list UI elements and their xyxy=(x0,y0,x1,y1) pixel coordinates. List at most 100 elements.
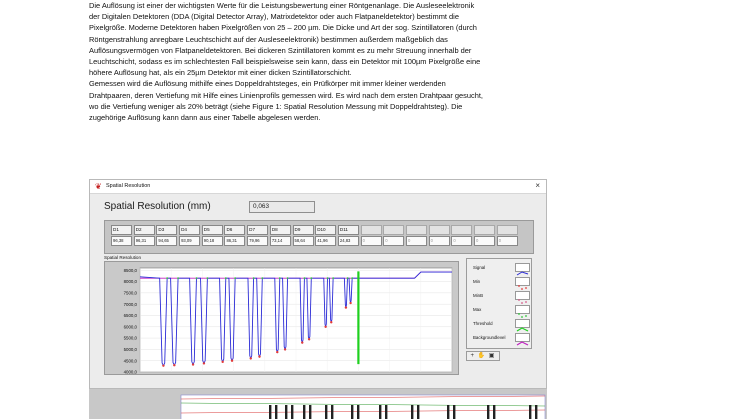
detector-1: D1 96,38 xyxy=(111,225,132,248)
wire-bar xyxy=(487,405,490,419)
legend-label: Backgroundlevel xyxy=(473,335,506,340)
doc-line: der Digitalen Detektoren (DDA (Digital D… xyxy=(89,12,459,22)
detector-value: 94,65 xyxy=(156,236,178,246)
min-point xyxy=(307,338,311,341)
graph-palette-icon[interactable]: + ✋ ▣ xyxy=(466,351,500,361)
min-point xyxy=(249,357,252,360)
y-tick-label: 8500,0 xyxy=(124,268,138,273)
y-tick-label: 7500,0 xyxy=(124,290,138,295)
detector-label: D9 xyxy=(292,225,314,235)
detector-value: 41,96 xyxy=(315,236,337,246)
detector-label: D1 xyxy=(111,225,132,235)
legend-item[interactable]: Min xyxy=(471,277,531,290)
min-point xyxy=(276,350,279,354)
legend-label: Signal xyxy=(473,265,486,270)
y-tick-label: 4000,0 xyxy=(124,370,138,375)
close-button[interactable]: × xyxy=(535,181,540,191)
resolution-value-field[interactable]: 0,063 xyxy=(249,201,315,213)
legend-swatch xyxy=(515,277,530,290)
labview-logo-icon: ❦ xyxy=(95,182,102,191)
detector-18: 0 xyxy=(496,225,518,248)
min-point xyxy=(230,359,234,362)
line-profile-chart[interactable]: 8500,0 8000,0 7500,0 7000,0 6500,0 6000,0 5500… xyxy=(105,262,460,376)
detector-11: D11 24,83 xyxy=(337,225,359,248)
detector-17: 0 xyxy=(474,225,495,248)
legend-swatch xyxy=(515,291,530,304)
detector-row: D1 96,38 D2 96,31 D3 94,65 D4 93,09 D5 90,18 D6 86,… xyxy=(111,225,519,248)
detector-10: D10 41,96 xyxy=(315,225,337,248)
y-tick-label: 7000,0 xyxy=(124,302,138,307)
detector-label xyxy=(405,225,427,235)
detector-label xyxy=(428,225,450,235)
detector-value: 73,14 xyxy=(269,236,291,246)
detector-label: D6 xyxy=(224,225,246,235)
max-point xyxy=(234,277,237,280)
min-point xyxy=(202,362,206,365)
plot-legend[interactable]: Signal Min MinB Max Threshold Backgroundlevel xyxy=(466,258,532,349)
detector-label: D5 xyxy=(201,225,223,235)
profile-image-preview xyxy=(180,394,546,419)
legend-item[interactable]: Signal xyxy=(471,263,531,276)
y-tick-label: 6000,0 xyxy=(124,324,138,329)
doc-line: Leuchtschicht, sodass es im schlechteste… xyxy=(89,57,481,67)
y-tick-label: 4500,0 xyxy=(124,358,138,363)
max-point xyxy=(224,277,227,280)
wire-bar xyxy=(357,405,360,419)
max-point xyxy=(195,277,198,280)
legend-swatch xyxy=(515,305,530,318)
y-tick-label: 8000,0 xyxy=(124,279,138,284)
wire-bar xyxy=(269,405,272,419)
detector-label: D7 xyxy=(247,225,269,235)
detector-5: D5 90,18 xyxy=(201,225,223,248)
min-point xyxy=(162,364,165,367)
legend-label: Min xyxy=(473,279,481,284)
detector-value: 58,64 xyxy=(292,236,314,246)
max-point xyxy=(278,277,281,280)
wire-bar xyxy=(291,405,294,419)
doc-line: wo die Vertiefung weniger als 20% beträg… xyxy=(89,101,463,111)
detector-panel: D1 96,38 D2 96,31 D3 94,65 D4 93,09 D5 90,18 D6 86,… xyxy=(104,220,534,254)
spatial-resolution-window: ❦ Spatial Resolution × Spatial Resolutio… xyxy=(89,179,547,389)
doc-line: Röntgenstrahlung anregbare Leuchtschicht… xyxy=(89,34,448,44)
legend-item[interactable]: Backgroundlevel xyxy=(471,333,531,346)
detector-value: 93,09 xyxy=(179,236,201,246)
detector-14: 0 xyxy=(405,225,427,248)
detector-label xyxy=(383,225,405,235)
legend-item[interactable]: Max xyxy=(471,305,531,318)
detector-label: D10 xyxy=(315,225,337,235)
min-point xyxy=(330,321,333,324)
doc-line: Gemessen wird die Auflösung mithilfe ein… xyxy=(89,79,446,89)
wire-bar xyxy=(411,405,414,419)
max-point xyxy=(166,277,169,280)
max-point xyxy=(351,277,354,280)
wire-bar xyxy=(351,405,354,419)
legend-label: MinB xyxy=(473,293,484,298)
min-point xyxy=(173,364,176,367)
wire-bar xyxy=(325,405,328,419)
detector-4: D4 93,09 xyxy=(179,225,201,248)
detector-7: D7 79,96 xyxy=(247,225,269,248)
doc-line: Drahtpaaren, deren Vertiefung mit Hilfe … xyxy=(89,90,483,100)
legend-label: Max xyxy=(473,307,482,312)
detector-13: 0 xyxy=(383,225,405,248)
max-point xyxy=(310,277,313,280)
detector-9: D9 58,64 xyxy=(292,225,314,248)
detector-value: 0 xyxy=(383,236,405,246)
detector-value: 0 xyxy=(496,236,518,246)
min-point xyxy=(349,301,352,305)
legend-item[interactable]: MinB xyxy=(471,291,531,304)
wire-bar xyxy=(535,405,538,419)
doc-line: Pixelgröße. Moderne Detektoren haben Pix… xyxy=(89,23,477,33)
detector-value: 0 xyxy=(360,236,382,246)
title-bar[interactable]: ❦ Spatial Resolution × xyxy=(90,180,546,194)
max-point xyxy=(252,277,255,280)
min-point xyxy=(324,325,327,328)
detector-label: D8 xyxy=(269,225,291,235)
legend-item[interactable]: Threshold xyxy=(471,319,531,332)
wire-bar xyxy=(379,405,382,419)
document-text: Die Auflösung ist einer der wichtigsten … xyxy=(89,0,649,123)
detector-8: D8 73,14 xyxy=(269,225,291,248)
doc-line: zugehörige Auflösung kann dann aus einer… xyxy=(89,113,321,123)
legend-swatch xyxy=(515,319,530,332)
wire-bar xyxy=(529,405,532,419)
